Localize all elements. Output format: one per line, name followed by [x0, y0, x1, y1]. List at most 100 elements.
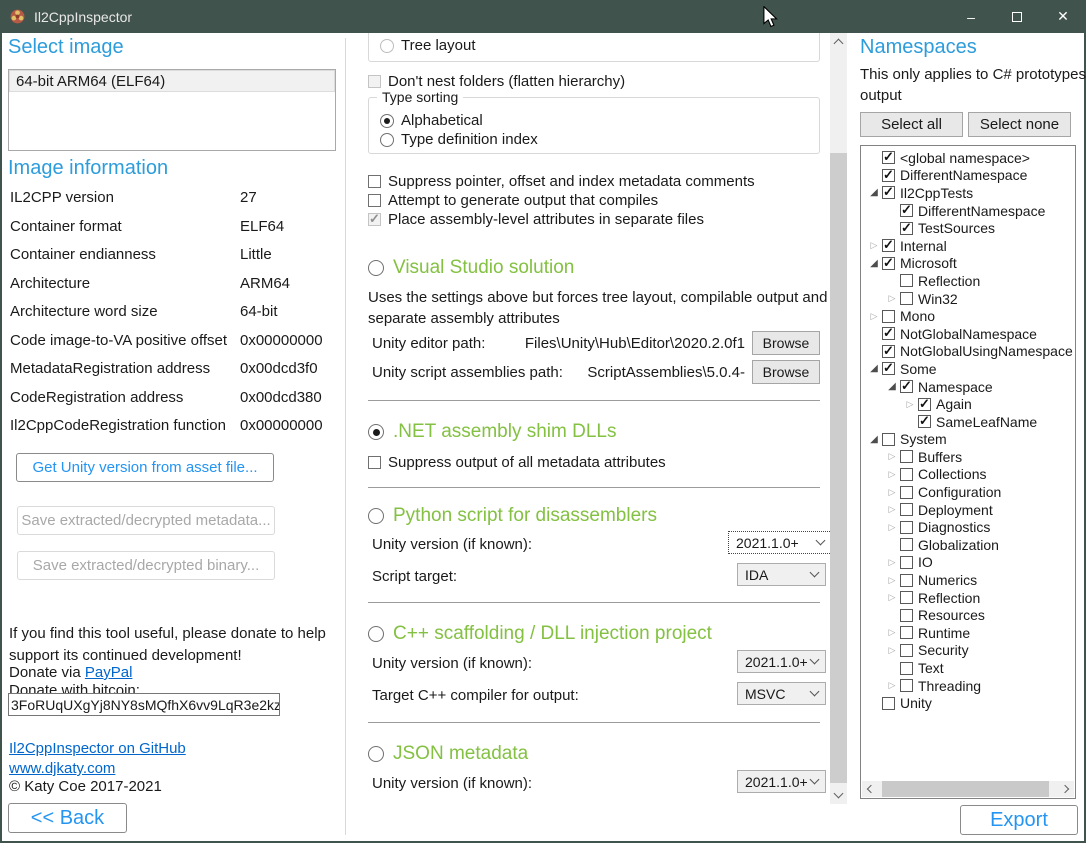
tree-item[interactable]: SameLeafName — [861, 413, 1075, 431]
export-button[interactable]: Export — [960, 805, 1078, 835]
python-section-header[interactable]: Python script for disassemblers — [368, 505, 657, 527]
back-button[interactable]: << Back — [8, 803, 127, 833]
tree-item-label[interactable]: Configuration — [918, 484, 1001, 500]
tree-expander-collapsed-icon[interactable]: ▷ — [884, 592, 900, 603]
tree-item[interactable]: ▷IO — [861, 554, 1075, 572]
tree-item[interactable]: ◢Namespace — [861, 378, 1075, 396]
tree-item-checkbox[interactable] — [900, 204, 913, 217]
suppress-attrs-option[interactable]: Suppress output of all metadata attribut… — [368, 454, 666, 471]
tree-item-checkbox[interactable] — [900, 644, 913, 657]
json-radio[interactable] — [368, 746, 384, 762]
tree-expander-collapsed-icon[interactable]: ▷ — [884, 469, 900, 480]
tree-item-checkbox[interactable] — [882, 186, 895, 199]
tree-expander-expanded-icon[interactable]: ◢ — [866, 434, 882, 445]
cpp-radio[interactable] — [368, 626, 384, 642]
close-button[interactable]: ✕ — [1040, 0, 1086, 33]
tree-item-label[interactable]: Il2CppTests — [900, 185, 973, 201]
tree-item-label[interactable]: NotGlobalNamespace — [900, 326, 1037, 342]
tree-item-label[interactable]: Buffers — [918, 449, 962, 465]
tree-item-checkbox[interactable] — [900, 591, 913, 604]
tree-item[interactable]: NotGlobalNamespace — [861, 325, 1075, 343]
tree-item-checkbox[interactable] — [882, 345, 895, 358]
browse-assemblies-path-button[interactable]: Browse — [752, 360, 820, 384]
tree-expander-collapsed-icon[interactable]: ▷ — [884, 645, 900, 656]
tree-item[interactable]: <global namespace> — [861, 149, 1075, 167]
tree-item-label[interactable]: Reflection — [918, 590, 980, 606]
type-definition-index-option[interactable]: Type definition index — [380, 131, 538, 148]
tree-item[interactable]: DifferentNamespace — [861, 167, 1075, 185]
tree-item-checkbox[interactable] — [900, 626, 913, 639]
tree-item[interactable]: ▷ Reflection — [861, 589, 1075, 607]
attempt-compiles-option[interactable]: Attempt to generate output that compiles — [368, 192, 658, 209]
tree-item-checkbox[interactable] — [900, 380, 913, 393]
tree-item[interactable]: ▷ Collections — [861, 466, 1075, 484]
tree-item[interactable]: ◢ System — [861, 431, 1075, 449]
tree-expander-expanded-icon[interactable]: ◢ — [866, 258, 882, 269]
suppress-comments-checkbox[interactable] — [368, 175, 381, 188]
tree-expander-collapsed-icon[interactable]: ▷ — [884, 522, 900, 533]
tree-item-checkbox[interactable] — [900, 538, 913, 551]
tree-item[interactable]: Reflection — [861, 272, 1075, 290]
json-unity-version-select[interactable]: 2021.1.0+ — [737, 770, 826, 793]
minimize-button[interactable]: – — [948, 0, 994, 33]
tree-item-label[interactable]: Mono — [900, 308, 935, 324]
tree-item[interactable]: Globalization — [861, 536, 1075, 554]
tree-item[interactable]: ◢Microsoft — [861, 255, 1075, 273]
select-all-button[interactable]: Select all — [860, 112, 963, 137]
tree-item-label[interactable]: NotGlobalUsingNamespace — [900, 343, 1073, 359]
tree-expander-expanded-icon[interactable]: ◢ — [884, 381, 900, 392]
tree-item-checkbox[interactable] — [900, 609, 913, 622]
tree-item[interactable]: ◢Il2CppTests — [861, 184, 1075, 202]
tree-item-checkbox[interactable] — [900, 468, 913, 481]
scroll-left-icon[interactable] — [867, 785, 875, 793]
script-assemblies-path-field[interactable]: -5.0.4\ScriptAssemblies — [502, 364, 745, 381]
cpp-unity-version-select[interactable]: 2021.1.0+ — [737, 650, 826, 673]
visual-studio-radio[interactable] — [368, 260, 384, 276]
tree-item[interactable]: ▷Internal — [861, 237, 1075, 255]
scroll-down-icon[interactable] — [834, 789, 844, 799]
tree-expander-collapsed-icon[interactable]: ▷ — [884, 504, 900, 515]
tree-item[interactable]: ▷Win32 — [861, 290, 1075, 308]
tree-item-label[interactable]: Diagnostics — [918, 519, 990, 535]
tree-item[interactable]: ▷ Diagnostics — [861, 518, 1075, 536]
tree-item[interactable]: ▷Deployment — [861, 501, 1075, 519]
tree-expander-collapsed-icon[interactable]: ▷ — [884, 487, 900, 498]
cpp-compiler-select[interactable]: MSVC — [737, 682, 826, 705]
tree-horizontal-scrollbar[interactable] — [862, 781, 1074, 797]
tree-item-checkbox[interactable] — [882, 697, 895, 710]
tree-item-label[interactable]: TestSources — [918, 220, 995, 236]
tree-item-checkbox[interactable] — [918, 398, 931, 411]
tree-scrollbar-thumb[interactable] — [882, 781, 1049, 797]
tree-item-label[interactable]: System — [900, 431, 947, 447]
tree-item-label[interactable]: Again — [936, 396, 972, 412]
suppress-comments-option[interactable]: Suppress pointer, offset and index metad… — [368, 173, 755, 190]
tree-item-label[interactable]: Collections — [918, 466, 986, 482]
tree-expander-collapsed-icon[interactable]: ▷ — [884, 451, 900, 462]
tree-item[interactable]: ▷ Configuration — [861, 483, 1075, 501]
tree-item-label[interactable]: Unity — [900, 695, 932, 711]
image-listbox[interactable]: 64-bit ARM64 (ELF64) — [8, 69, 336, 151]
tree-item[interactable]: Text — [861, 659, 1075, 677]
tree-item-label[interactable]: Runtime — [918, 625, 970, 641]
tree-item[interactable]: ◢Some — [861, 360, 1075, 378]
tree-item[interactable]: ▷Security — [861, 642, 1075, 660]
tree-item-label[interactable]: Resources — [918, 607, 985, 623]
maximize-button[interactable] — [994, 0, 1040, 33]
tree-item-label[interactable]: Threading — [918, 678, 981, 694]
tree-item[interactable]: Resources — [861, 606, 1075, 624]
tree-item-label[interactable]: DifferentNamespace — [900, 167, 1027, 183]
tree-item-checkbox[interactable] — [900, 486, 913, 499]
cpp-section-header[interactable]: C++ scaffolding / DLL injection project — [368, 623, 712, 645]
tree-item-checkbox[interactable] — [882, 362, 895, 375]
tree-item-label[interactable]: Reflection — [918, 273, 980, 289]
tree-expander-collapsed-icon[interactable]: ▷ — [884, 557, 900, 568]
options-scrollbar[interactable] — [830, 33, 847, 804]
tree-item[interactable]: ▷Mono — [861, 307, 1075, 325]
tree-item-label[interactable]: SameLeafName — [936, 414, 1037, 430]
alphabetical-option[interactable]: Alphabetical — [380, 112, 483, 129]
suppress-attrs-checkbox[interactable] — [368, 456, 381, 469]
tree-item-checkbox[interactable] — [900, 292, 913, 305]
tree-item-checkbox[interactable] — [900, 450, 913, 463]
tree-item-label[interactable]: Internal — [900, 238, 947, 254]
tree-expander-collapsed-icon[interactable]: ▷ — [902, 399, 918, 410]
